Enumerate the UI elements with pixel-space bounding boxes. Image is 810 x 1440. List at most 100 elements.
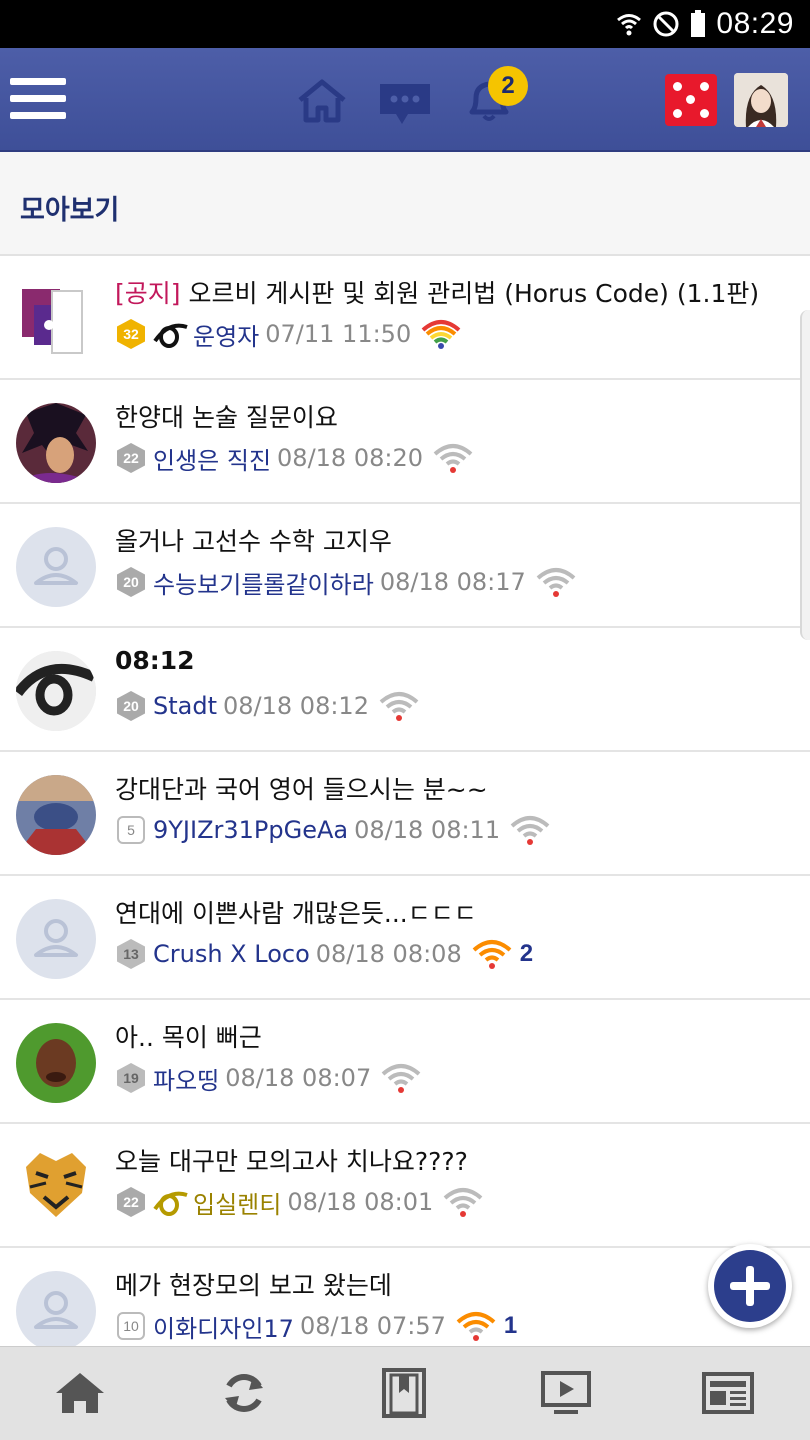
post-author[interactable]: 수능보기를롤같이하라 bbox=[153, 565, 374, 600]
menu-button[interactable] bbox=[10, 78, 66, 120]
level-badge: 32 bbox=[117, 319, 145, 349]
post-time: 08/18 08:17 bbox=[379, 568, 526, 596]
comment-count: 2 bbox=[519, 940, 534, 967]
list-item[interactable]: 연대에 이쁜사람 개많은듯...ㄷㄷㄷ 13 Crush X Loco 08/1… bbox=[0, 876, 810, 1000]
status-bar: 08:29 bbox=[0, 0, 810, 48]
post-meta: 19 파오띵 08/18 08:07 bbox=[117, 1061, 421, 1096]
nav-news-button[interactable] bbox=[698, 1365, 758, 1421]
post-title[interactable]: 올거나 고선수 수학 고지우 bbox=[115, 522, 392, 558]
post-meta: 20 Stadt 08/18 08:12 bbox=[117, 690, 419, 722]
level-badge: 13 bbox=[117, 939, 145, 969]
section-header: 모아보기 bbox=[0, 152, 810, 256]
post-title-text: 오르비 게시판 및 회원 관리법 (Horus Code) (1.1판) bbox=[188, 279, 760, 308]
level-badge: 5 bbox=[117, 816, 145, 844]
post-author[interactable]: 파오띵 bbox=[153, 1061, 219, 1096]
post-list[interactable]: [공지] 오르비 게시판 및 회원 관리법 (Horus Code) (1.1판… bbox=[0, 256, 810, 1346]
nav-bookmark-button[interactable] bbox=[374, 1365, 434, 1421]
post-time: 08/18 08:01 bbox=[287, 1188, 434, 1216]
avatar bbox=[16, 899, 96, 979]
post-title[interactable]: 오늘 대구만 모의고사 치나요???? bbox=[115, 1142, 468, 1178]
post-meta: 13 Crush X Loco 08/18 08:08 2 bbox=[117, 938, 533, 970]
avatar bbox=[16, 527, 96, 607]
signal-icon bbox=[510, 816, 550, 845]
random-dice-button[interactable] bbox=[665, 74, 717, 126]
list-item[interactable]: 메가 현장모의 보고 왔는데 10 이화디자인17 08/18 07:57 1 bbox=[0, 1248, 810, 1346]
post-author[interactable]: 운영자 bbox=[193, 317, 259, 352]
avatar bbox=[16, 1271, 96, 1346]
list-item[interactable]: 08:12 20 Stadt 08/18 08:12 bbox=[0, 628, 810, 752]
post-meta: 22 인생은 직진 08/18 08:20 bbox=[117, 441, 473, 476]
post-time: 08/18 08:11 bbox=[354, 816, 501, 844]
post-title[interactable]: 강대단과 국어 영어 들으시는 분~~ bbox=[115, 770, 488, 806]
post-time: 08/18 08:08 bbox=[315, 940, 462, 968]
post-author[interactable]: 입실렌티 bbox=[193, 1185, 281, 1220]
avatar bbox=[16, 1023, 96, 1103]
post-title[interactable]: 한양대 논술 질문이요 bbox=[115, 398, 338, 434]
user-placeholder-icon bbox=[34, 1291, 78, 1329]
orbi-eye-gold-icon bbox=[153, 1191, 188, 1216]
list-item[interactable]: 강대단과 국어 영어 들으시는 분~~ 5 9YJIZr31PpGeAa 08/… bbox=[0, 752, 810, 876]
app-header: 2 bbox=[0, 48, 810, 152]
post-title[interactable]: 아.. 목이 뻐근 bbox=[115, 1018, 262, 1054]
list-item[interactable]: 오늘 대구만 모의고사 치나요???? 22 입실렌티 08/18 08:01 bbox=[0, 1124, 810, 1248]
level-badge: 20 bbox=[117, 691, 145, 721]
profile-avatar[interactable] bbox=[734, 73, 788, 127]
post-title[interactable]: 연대에 이쁜사람 개많은듯...ㄷㄷㄷ bbox=[115, 894, 477, 930]
signal-icon bbox=[379, 692, 419, 721]
post-time: 08/18 07:57 bbox=[299, 1312, 446, 1340]
refresh-icon bbox=[225, 1374, 263, 1412]
orbi-eye-icon bbox=[153, 323, 188, 348]
menu-icon bbox=[10, 78, 66, 119]
nav-video-button[interactable] bbox=[536, 1365, 596, 1421]
post-title[interactable]: [공지] 오르비 게시판 및 회원 관리법 (Horus Code) (1.1판… bbox=[115, 274, 759, 310]
avatar bbox=[16, 279, 96, 359]
list-item[interactable]: [공지] 오르비 게시판 및 회원 관리법 (Horus Code) (1.1판… bbox=[0, 256, 810, 380]
home-icon bbox=[56, 1373, 104, 1413]
nav-refresh-button[interactable] bbox=[214, 1365, 274, 1421]
notification-badge: 2 bbox=[488, 66, 528, 106]
post-author[interactable]: 9YJIZr31PpGeAa bbox=[153, 816, 348, 844]
home-button[interactable] bbox=[296, 78, 348, 124]
do-not-disturb-icon bbox=[653, 11, 679, 37]
page-title: 모아보기 bbox=[20, 195, 120, 226]
list-item[interactable]: 한양대 논술 질문이요 22 인생은 직진 08/18 08:20 bbox=[0, 380, 810, 504]
level-badge: 22 bbox=[117, 443, 145, 473]
post-meta: 10 이화디자인17 08/18 07:57 1 bbox=[117, 1309, 517, 1344]
nav-home-button[interactable] bbox=[50, 1365, 110, 1421]
video-icon bbox=[541, 1371, 591, 1414]
post-author[interactable]: 인생은 직진 bbox=[153, 441, 271, 476]
avatar bbox=[16, 1147, 96, 1227]
news-icon bbox=[702, 1372, 754, 1414]
notice-tag: [공지] bbox=[115, 279, 181, 308]
avatar bbox=[16, 403, 96, 483]
user-placeholder-icon bbox=[34, 547, 78, 585]
new-post-button[interactable] bbox=[708, 1244, 792, 1328]
post-time: 07/11 11:50 bbox=[265, 320, 412, 348]
plus-icon bbox=[730, 1266, 770, 1306]
level-badge: 22 bbox=[117, 1187, 145, 1217]
post-time: 08/18 08:07 bbox=[225, 1064, 372, 1092]
home-icon bbox=[298, 79, 346, 123]
post-author[interactable]: Crush X Loco bbox=[153, 940, 310, 968]
avatar bbox=[16, 651, 96, 731]
post-title[interactable]: 메가 현장모의 보고 왔는데 bbox=[115, 1266, 392, 1302]
scroll-edge-handle[interactable] bbox=[800, 310, 810, 640]
post-time: 08/18 08:20 bbox=[277, 444, 423, 472]
battery-icon bbox=[691, 10, 706, 37]
post-meta: 32 운영자 07/11 11:50 bbox=[117, 317, 461, 352]
rainbow-signal-icon bbox=[421, 320, 461, 349]
post-title[interactable]: 08:12 bbox=[115, 646, 195, 675]
notifications-button[interactable]: 2 bbox=[464, 66, 528, 128]
level-badge: 19 bbox=[117, 1063, 145, 1093]
post-author[interactable]: Stadt bbox=[153, 692, 217, 720]
profile-avatar-image bbox=[734, 73, 788, 127]
list-item[interactable]: 아.. 목이 뻐근 19 파오띵 08/18 08:07 bbox=[0, 1000, 810, 1124]
post-time: 08/18 08:12 bbox=[223, 692, 369, 720]
bottom-navigation bbox=[0, 1346, 810, 1440]
post-author[interactable]: 이화디자인17 bbox=[153, 1309, 294, 1344]
list-item[interactable]: 올거나 고선수 수학 고지우 20 수능보기를롤같이하라 08/18 08:17 bbox=[0, 504, 810, 628]
bookmark-icon bbox=[382, 1368, 426, 1418]
chat-button[interactable] bbox=[378, 82, 432, 128]
signal-icon bbox=[443, 1188, 483, 1217]
level-badge: 20 bbox=[117, 567, 145, 597]
